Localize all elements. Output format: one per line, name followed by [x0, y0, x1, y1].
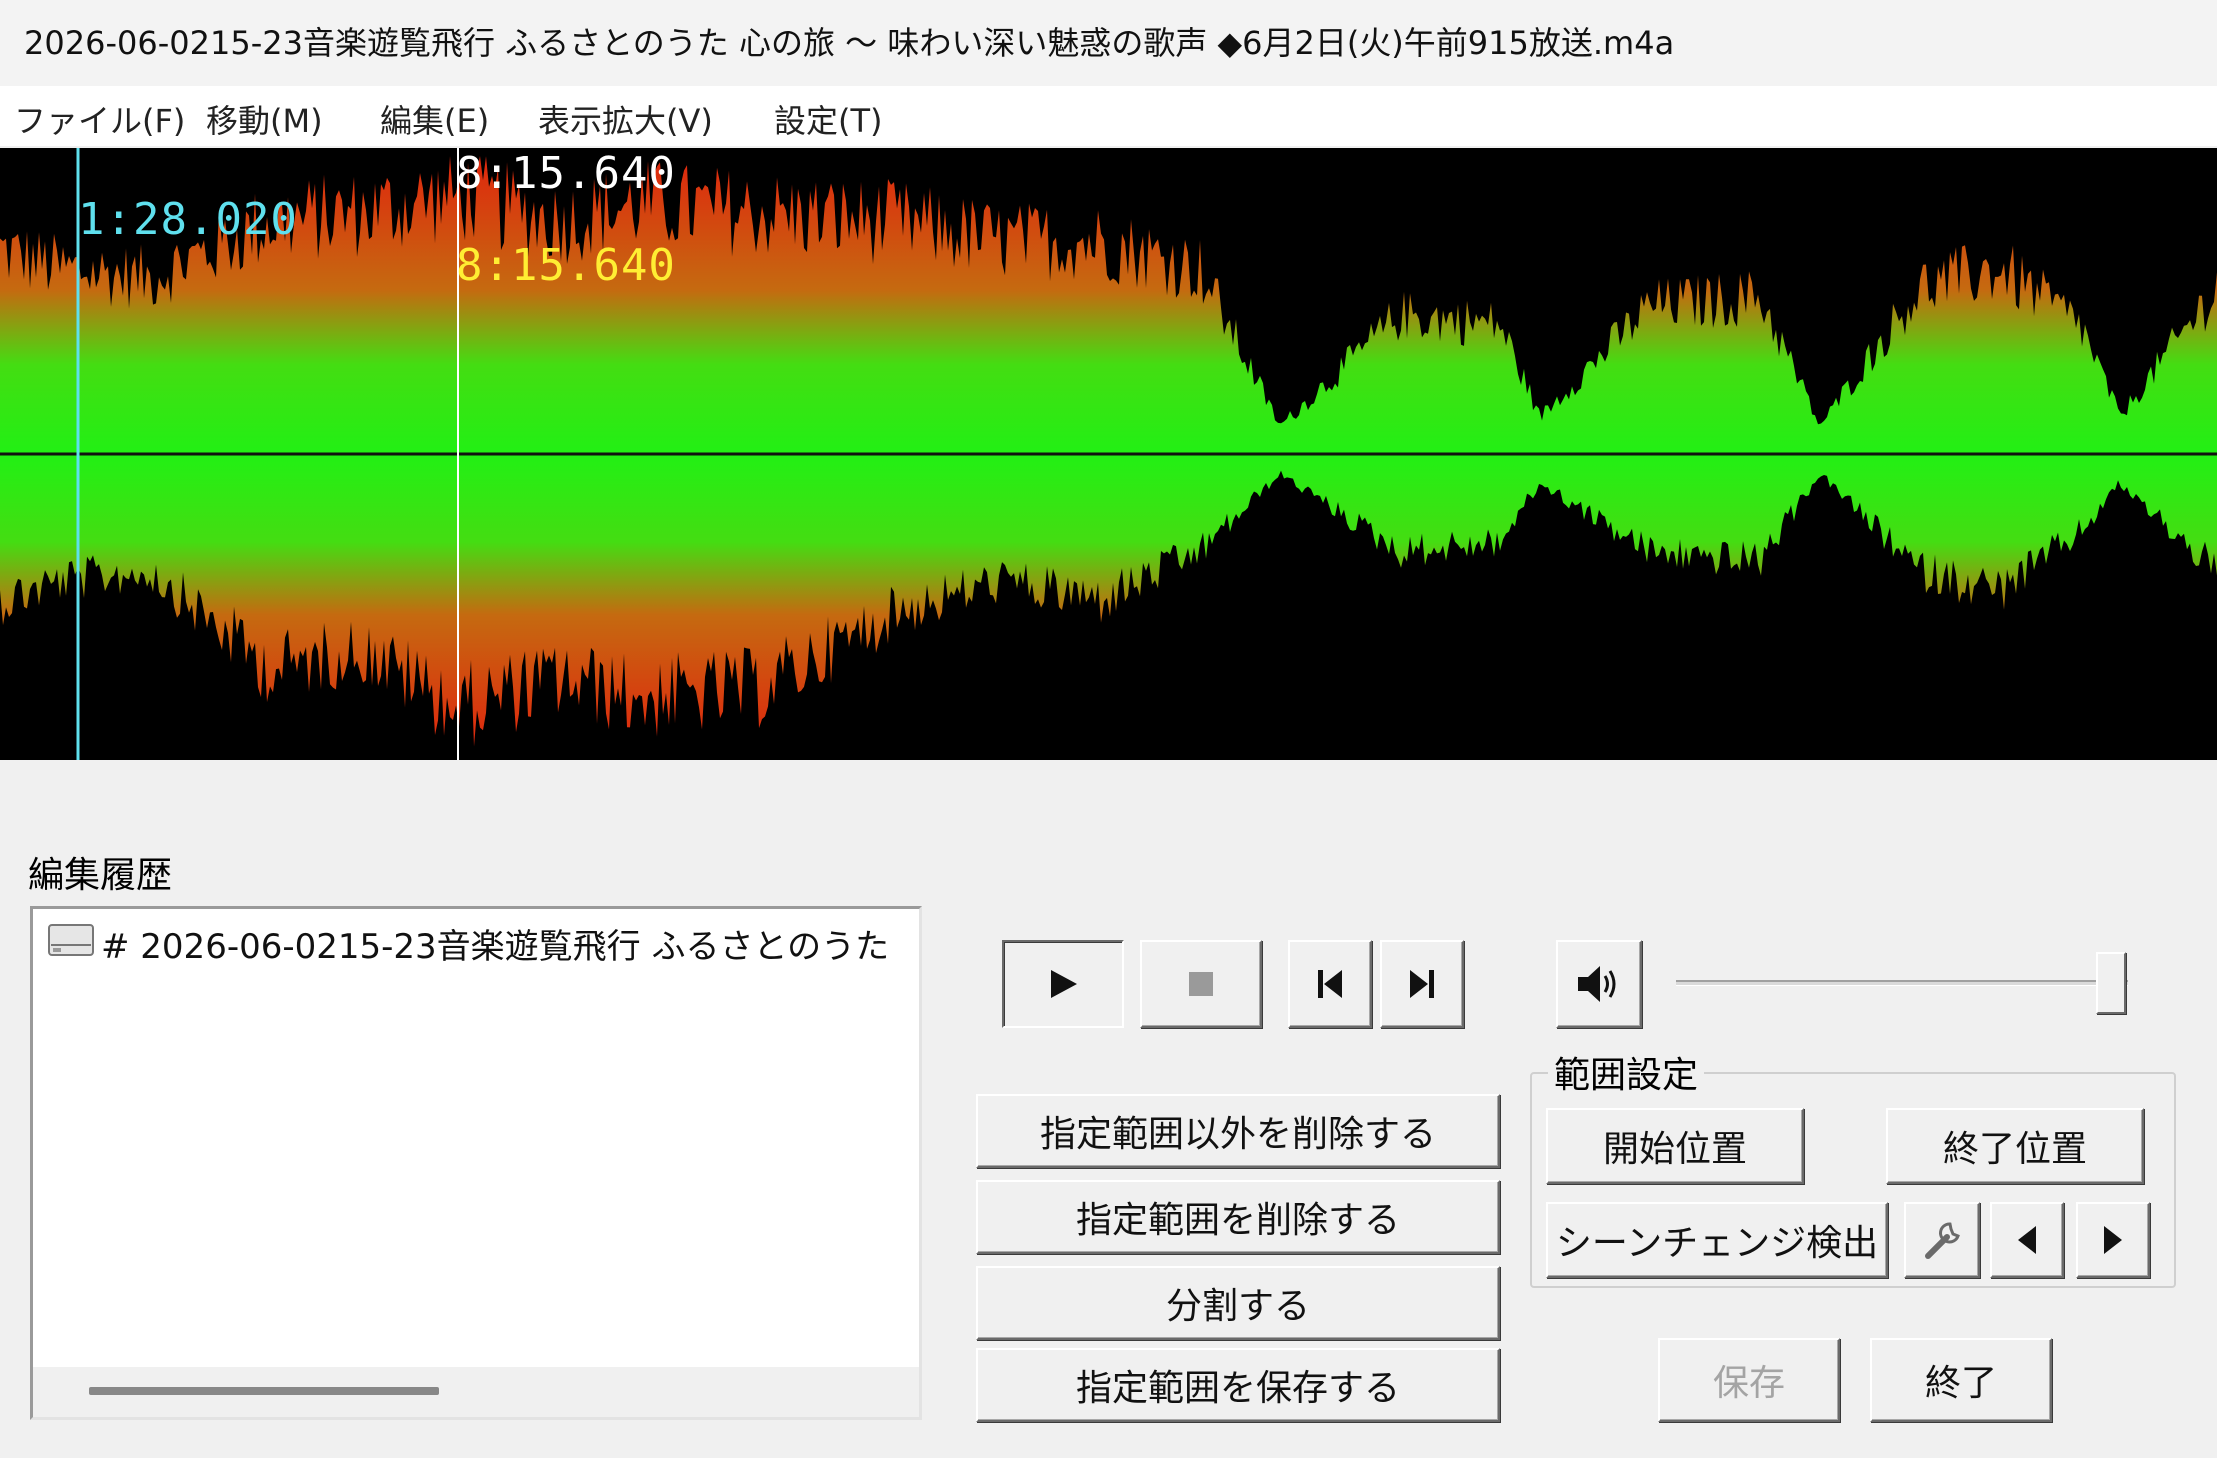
- scene-settings-button[interactable]: [1904, 1202, 1980, 1278]
- skip-next-icon: [1410, 970, 1434, 998]
- menu-bar: ファイル(F) 移動(M) 編集(E) 表示拡大(V) 設定(T): [0, 86, 2217, 146]
- waveform-upper-channel: [0, 156, 2217, 454]
- history-list[interactable]: # 2026-06-0215-23音楽遊覧飛行 ふるさとのうた: [30, 906, 922, 1420]
- skip-previous-button[interactable]: [1288, 940, 1372, 1028]
- scene-change-detect-button[interactable]: シーンチェンジ検出: [1546, 1202, 1888, 1278]
- play-icon: [1051, 970, 1077, 998]
- end-position-button[interactable]: 終了位置: [1886, 1108, 2144, 1184]
- skip-next-button[interactable]: [1380, 940, 1464, 1028]
- waveform-lower-channel: [0, 454, 2217, 747]
- delete-outside-range-button[interactable]: 指定範囲以外を削除する: [976, 1094, 1500, 1168]
- volume-slider-track[interactable]: [1676, 980, 2128, 986]
- range-settings-label: 範囲設定: [1548, 1046, 1705, 1098]
- save-range-button[interactable]: 指定範囲を保存する: [976, 1348, 1500, 1422]
- scrollbar-thumb[interactable]: [89, 1387, 439, 1395]
- window-title: 2026-06-0215-23音楽遊覧飛行 ふるさとのうた 心の旅 ～ 味わい深…: [24, 24, 1675, 62]
- wrench-icon: [1925, 1222, 1960, 1259]
- title-bar: 2026-06-0215-23音楽遊覧飛行 ふるさとのうた 心の旅 ～ 味わい深…: [0, 0, 2217, 86]
- volume-button[interactable]: [1556, 940, 1642, 1028]
- waveform-graphic: [0, 148, 2217, 760]
- horizontal-scrollbar[interactable]: [33, 1367, 919, 1417]
- menu-move[interactable]: 移動(M): [206, 96, 323, 142]
- selection-start-time-label: 8:15.640: [456, 148, 676, 199]
- stop-icon: [1189, 972, 1213, 996]
- scene-next-button[interactable]: [2076, 1202, 2150, 1278]
- play-button[interactable]: [1002, 940, 1124, 1028]
- exit-button[interactable]: 終了: [1870, 1338, 2052, 1422]
- save-button[interactable]: 保存: [1658, 1338, 1840, 1422]
- menu-settings[interactable]: 設定(T): [774, 96, 883, 142]
- history-label: 編集履歴: [28, 855, 173, 896]
- menu-file[interactable]: ファイル(F): [14, 96, 185, 142]
- triangle-left-icon: [2018, 1226, 2036, 1254]
- selection-end-time-label: 8:15.640: [456, 240, 676, 291]
- volume-slider-thumb[interactable]: [2096, 952, 2126, 1014]
- triangle-right-icon: [2104, 1226, 2122, 1254]
- drive-icon: [48, 924, 94, 956]
- menu-edit[interactable]: 編集(E): [380, 96, 489, 142]
- split-button[interactable]: 分割する: [976, 1266, 1500, 1340]
- cursor-time-label: 1:28.020: [78, 194, 298, 245]
- menu-view-zoom[interactable]: 表示拡大(V): [538, 96, 713, 142]
- scene-prev-button[interactable]: [1990, 1202, 2064, 1278]
- speaker-icon: [1578, 966, 1616, 1002]
- delete-range-button[interactable]: 指定範囲を削除する: [976, 1180, 1500, 1254]
- history-item[interactable]: # 2026-06-0215-23音楽遊覧飛行 ふるさとのうた: [39, 915, 913, 967]
- history-item-label: # 2026-06-0215-23音楽遊覧飛行 ふるさとのうた: [101, 927, 890, 967]
- start-position-button[interactable]: 開始位置: [1546, 1108, 1804, 1184]
- stop-button[interactable]: [1140, 940, 1262, 1028]
- waveform-view[interactable]: 1:28.020 8:15.640 8:15.640: [0, 148, 2217, 760]
- skip-previous-icon: [1318, 970, 1342, 998]
